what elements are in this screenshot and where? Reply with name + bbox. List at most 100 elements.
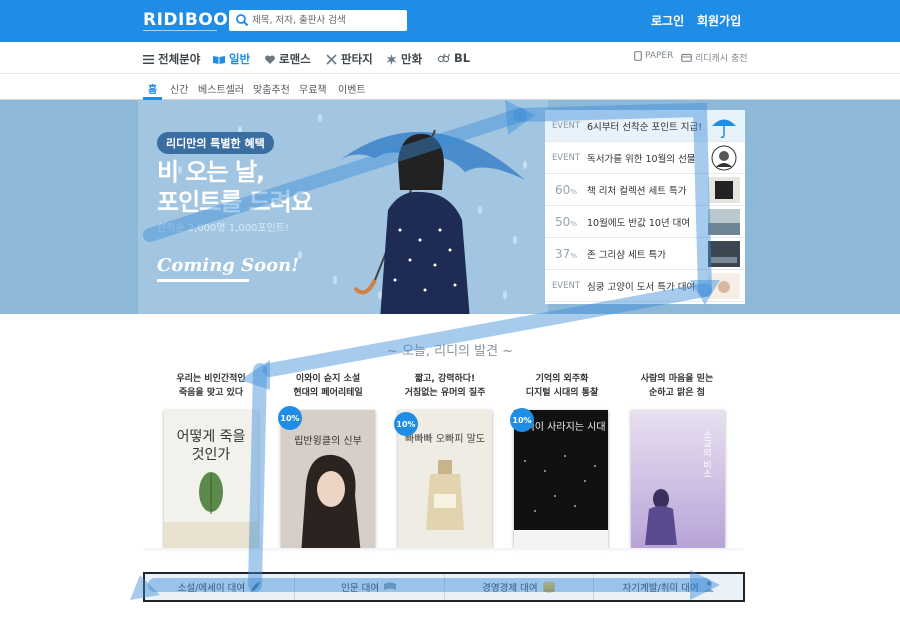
genre-comics[interactable]: 만화 bbox=[386, 51, 422, 67]
device-icon bbox=[634, 51, 642, 61]
cash-charge-label: 리디캐시 충전 bbox=[695, 54, 748, 64]
bookshelf-line bbox=[143, 548, 743, 552]
discount-badge: 10% bbox=[394, 412, 418, 436]
discover-section-title: ~ 오늘, 리디의 발견 ~ bbox=[386, 344, 514, 359]
book-cover-icon bbox=[708, 272, 740, 299]
discount-percent: 60% bbox=[555, 182, 577, 197]
coming-soon-underline bbox=[157, 279, 249, 282]
book-cover[interactable]: 소교의 비소 bbox=[631, 410, 725, 548]
tab-bestseller[interactable]: 베스트셀러 bbox=[198, 81, 244, 96]
search-box[interactable] bbox=[229, 10, 407, 31]
title-ornament-right: ~ bbox=[498, 344, 514, 359]
book-cover[interactable]: 어떻게 죽을것인가 bbox=[164, 410, 258, 548]
event-list: EVENT 6시부터 선착순 포인트 지급! EVENT 독서가를 위한 10월… bbox=[545, 110, 745, 304]
sub-nav bbox=[0, 74, 900, 100]
genre-general-label: 일반 bbox=[229, 52, 251, 66]
tab-recommend[interactable]: 맞춤추천 bbox=[253, 81, 290, 96]
heart-icon bbox=[265, 55, 275, 64]
book-blurb: 사람의 마음을 믿는 순하고 맑은 첨 bbox=[640, 374, 714, 398]
logo-underline bbox=[143, 30, 217, 31]
genre-comics-label: 만화 bbox=[401, 52, 423, 66]
event-text: 독서가를 위한 10월의 선물 bbox=[587, 153, 696, 165]
event-text: 6시부터 선착순 포인트 지급! bbox=[587, 121, 703, 133]
category-novel-essay[interactable]: 소설/에세이 대여 bbox=[145, 574, 295, 600]
genre-bl[interactable]: BL bbox=[437, 51, 470, 65]
genre-all-label: 전체분야 bbox=[158, 52, 201, 66]
discount-badge: 10% bbox=[278, 406, 302, 430]
coins-icon bbox=[542, 581, 555, 593]
bottle-illustration bbox=[426, 460, 464, 530]
signup-link[interactable]: 회원가입 bbox=[697, 12, 741, 29]
banner-coming-soon: Coming Soon! bbox=[157, 255, 300, 276]
event-text: 존 그리샴 세트 특가 bbox=[587, 249, 666, 261]
tab-home[interactable]: 홈 bbox=[148, 81, 157, 96]
book-blurb: 이와이 슌지 소설 현대의 페어리테일 bbox=[293, 374, 363, 398]
cash-charge-link[interactable]: 리디캐시 충전 bbox=[681, 51, 748, 64]
promo-banner[interactable] bbox=[0, 100, 900, 314]
rental-category-bar: 소설/에세이 대여 인문 대여 경영경제 대여 자기계발/취미 대여 bbox=[143, 572, 745, 602]
login-link[interactable]: 로그인 bbox=[651, 12, 684, 29]
event-tag: EVENT bbox=[551, 120, 581, 131]
event-tag: EVENT bbox=[551, 280, 581, 291]
discount-percent: 37% bbox=[555, 246, 577, 261]
wallet-icon bbox=[681, 53, 692, 62]
event-text: 심쿵 고양이 도서 특가 대여 bbox=[587, 281, 696, 293]
burst-icon bbox=[386, 53, 397, 65]
genre-all[interactable]: 전체분야 bbox=[143, 51, 200, 67]
title-ornament-left: ~ bbox=[386, 344, 402, 359]
crossed-swords-icon bbox=[326, 53, 337, 65]
banner-title-line2: 포인트를 드려요 bbox=[157, 188, 313, 216]
book-cover-icon bbox=[708, 208, 740, 235]
genre-romance-label: 로맨스 bbox=[279, 52, 311, 66]
genre-general[interactable]: 일반 bbox=[213, 51, 250, 67]
banner-subtitle: 선착순 2,000명 1,000포인트! bbox=[157, 223, 290, 234]
paper-label: PAPER bbox=[645, 51, 674, 61]
book-blurb: 우리는 비인간적인 죽음을 맞고 있다 bbox=[176, 374, 246, 398]
book-blurb: 짧고, 강력하다! 거침없는 유머의 질주 bbox=[404, 374, 486, 398]
portrait-icon bbox=[711, 145, 737, 170]
event-row[interactable]: EVENT 6시부터 선착순 포인트 지급! bbox=[545, 110, 745, 142]
genre-fantasy-label: 판타지 bbox=[341, 52, 373, 66]
discount-percent: 50% bbox=[555, 214, 577, 229]
event-row[interactable]: 37% 존 그리샴 세트 특가 bbox=[545, 238, 745, 270]
genre-bl-label: BL bbox=[454, 51, 471, 65]
banner-badge: 리디만의 특별한 혜택 bbox=[157, 132, 274, 154]
figure-illustration bbox=[645, 489, 677, 545]
book-cover-icon bbox=[708, 176, 740, 203]
event-text: 10월에도 반값 10년 대여 bbox=[587, 217, 691, 229]
leaf-illustration bbox=[199, 472, 223, 514]
feather-icon bbox=[251, 582, 261, 592]
discount-badge: 10% bbox=[510, 408, 534, 432]
event-text: 책 리처 컬렉션 세트 특가 bbox=[587, 185, 687, 197]
top-bar bbox=[0, 0, 900, 42]
model-photo bbox=[380, 133, 470, 314]
category-self-help[interactable]: 자기계발/취미 대여 bbox=[594, 574, 743, 600]
tab-free[interactable]: 무료책 bbox=[299, 81, 327, 96]
book-cover[interactable]: 기억이 사라지는 시대 bbox=[514, 410, 608, 548]
tab-event[interactable]: 이벤트 bbox=[338, 81, 366, 96]
genre-fantasy[interactable]: 판타지 bbox=[326, 51, 373, 67]
meditation-icon bbox=[703, 581, 714, 592]
gender-icon bbox=[437, 53, 450, 62]
search-input[interactable] bbox=[252, 10, 402, 31]
book-cover[interactable]: 립반윙클의 신부 bbox=[281, 410, 375, 548]
event-row[interactable]: 50% 10월에도 반값 10년 대여 bbox=[545, 206, 745, 238]
woman-portrait bbox=[301, 454, 361, 548]
scroll-icon bbox=[384, 582, 397, 590]
book-blurb: 기억의 외주화 디지털 시대의 통찰 bbox=[525, 374, 599, 398]
paper-link[interactable]: PAPER bbox=[634, 51, 673, 61]
genre-romance[interactable]: 로맨스 bbox=[265, 51, 311, 67]
event-row[interactable]: EVENT 독서가를 위한 10월의 선물 bbox=[545, 142, 745, 174]
umbrella-icon bbox=[712, 119, 736, 138]
event-row[interactable]: EVENT 심쿵 고양이 도서 특가 대여 bbox=[545, 270, 745, 302]
event-row[interactable]: 60% 책 리처 컬렉션 세트 특가 bbox=[545, 174, 745, 206]
search-icon bbox=[236, 14, 249, 27]
tab-new[interactable]: 신간 bbox=[170, 81, 188, 96]
particles-illustration bbox=[524, 455, 596, 512]
event-tag: EVENT bbox=[551, 152, 581, 163]
category-humanities[interactable]: 인문 대여 bbox=[295, 574, 445, 600]
book-open-icon bbox=[213, 55, 225, 64]
book-cover-icon bbox=[708, 240, 740, 267]
category-business[interactable]: 경영경제 대여 bbox=[445, 574, 595, 600]
hamburger-icon bbox=[143, 54, 154, 64]
